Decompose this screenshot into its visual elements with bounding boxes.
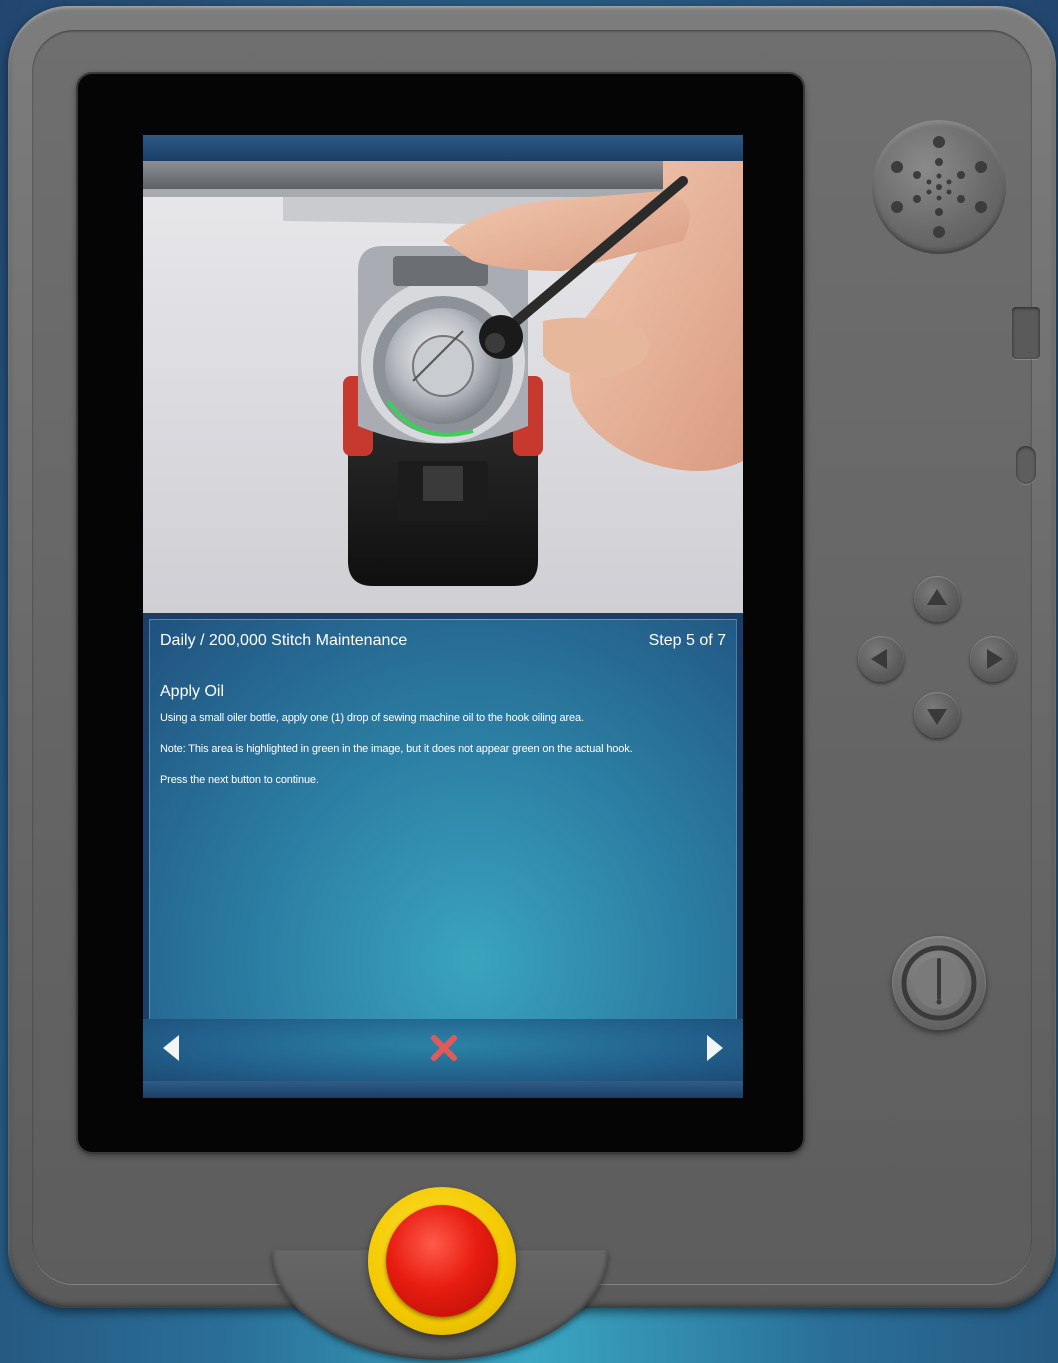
screen-bottom-bar xyxy=(143,1081,743,1098)
screen-top-bar xyxy=(143,135,743,161)
indicator-slot xyxy=(1016,446,1036,484)
maintenance-photo xyxy=(143,161,743,613)
emergency-stop-button[interactable] xyxy=(368,1187,516,1335)
triangle-down-icon xyxy=(927,709,947,725)
continue-text: Press the next button to continue. xyxy=(160,774,319,786)
touch-screen: Daily / 200,000 Stitch Maintenance Step … xyxy=(143,135,743,1098)
panel-header: Daily / 200,000 Stitch Maintenance Step … xyxy=(160,632,726,654)
dpad-down-button[interactable] xyxy=(914,692,960,738)
dpad-right-button[interactable] xyxy=(970,636,1016,682)
speaker-holes-icon xyxy=(891,136,987,238)
note-text: Note: This area is highlighted in green … xyxy=(160,743,633,755)
instruction-text: Using a small oiler bottle, apply one (1… xyxy=(160,712,584,724)
step-heading: Apply Oil xyxy=(160,683,225,700)
emergency-stop-cap xyxy=(386,1205,498,1317)
triangle-left-icon xyxy=(163,1035,179,1061)
speaker-grille xyxy=(872,120,1006,254)
maintenance-title: Daily / 200,000 Stitch Maintenance xyxy=(160,632,408,649)
maintenance-instructions-panel: Daily / 200,000 Stitch Maintenance Step … xyxy=(149,619,737,1021)
dpad-up-button[interactable] xyxy=(914,576,960,622)
next-button[interactable] xyxy=(703,1033,727,1063)
usb-port xyxy=(1012,307,1040,359)
triangle-right-icon xyxy=(987,649,1003,669)
triangle-up-icon xyxy=(927,589,947,605)
triangle-right-icon xyxy=(707,1035,723,1061)
power-button[interactable] xyxy=(892,936,986,1030)
navigation-bar xyxy=(143,1019,743,1083)
dpad-left-button[interactable] xyxy=(858,636,904,682)
power-needle-icon xyxy=(901,945,977,1021)
x-icon xyxy=(431,1035,457,1061)
triangle-left-icon xyxy=(871,649,887,669)
step-indicator: Step 5 of 7 xyxy=(648,632,726,649)
back-button[interactable] xyxy=(159,1033,183,1063)
cancel-button[interactable] xyxy=(430,1033,458,1063)
